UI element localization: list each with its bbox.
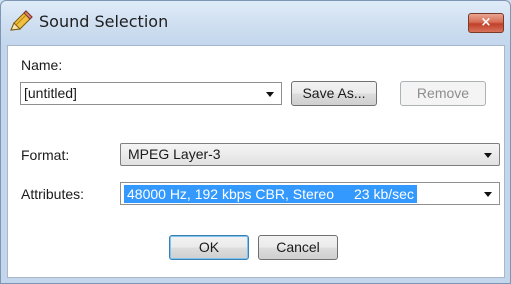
close-button[interactable]: × [468,13,504,33]
sound-selection-dialog: Sound Selection × Name: [untitled] Save … [0,0,511,284]
chevron-down-icon[interactable] [484,192,492,197]
attributes-selected-value: 48000 Hz, 192 kbps CBR, Stereo 23 kb/sec [124,185,417,203]
chevron-down-icon[interactable] [484,153,492,158]
name-value: [untitled] [24,85,77,101]
format-label: Format: [21,147,70,163]
format-dropdown[interactable]: MPEG Layer-3 [120,143,500,166]
save-as-button[interactable]: Save As... [291,81,377,106]
dialog-body: Name: [untitled] Save As... Remove Forma… [7,45,505,278]
pencil-icon [10,10,33,31]
chevron-down-icon[interactable] [266,92,274,97]
attributes-value-main: 48000 Hz, 192 kbps CBR, Stereo [127,186,335,202]
format-value: MPEG Layer-3 [128,146,221,162]
attributes-value-rate: 23 kb/sec [354,186,414,202]
remove-button[interactable]: Remove [400,81,486,106]
attributes-dropdown[interactable]: 48000 Hz, 192 kbps CBR, Stereo 23 kb/sec [120,182,500,205]
name-label: Name: [21,57,63,73]
title-bar[interactable]: Sound Selection × [1,1,510,45]
cancel-button[interactable]: Cancel [258,235,338,260]
name-combobox[interactable]: [untitled] [20,82,282,105]
attributes-label: Attributes: [21,186,85,202]
ok-button[interactable]: OK [169,235,249,260]
window-title: Sound Selection [39,12,169,31]
